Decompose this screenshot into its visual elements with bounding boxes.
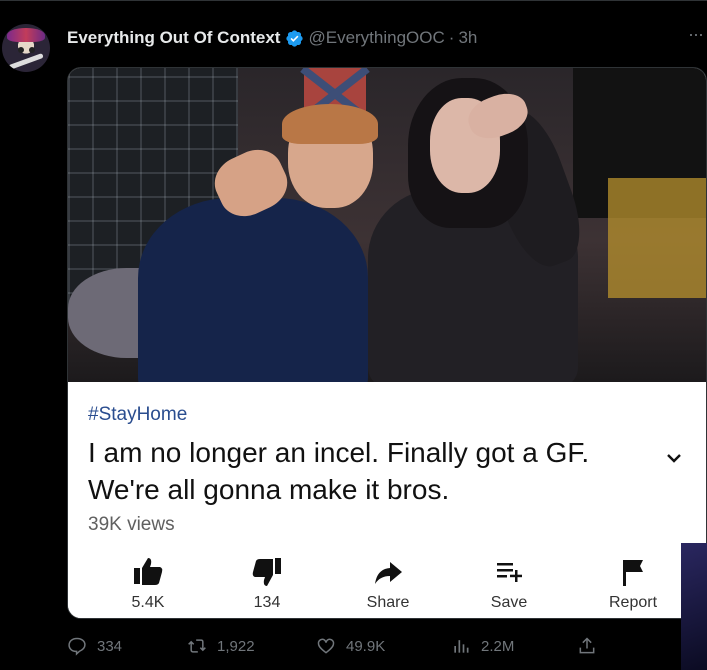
photo-person-left: [138, 198, 368, 382]
photo-hair-left: [282, 104, 378, 144]
avatar-hat: [7, 28, 45, 42]
author-handle[interactable]: @EverythingOOC: [308, 28, 444, 48]
chevron-down-icon: [667, 454, 681, 463]
side-panel-edge: [681, 543, 707, 670]
share-label: Share: [366, 594, 410, 611]
save-playlist-icon: [497, 563, 522, 582]
video-title-line: We're all gonna make it bros.: [88, 474, 450, 505]
reply-button[interactable]: 334: [67, 636, 122, 656]
retweet-count: 1,922: [217, 637, 255, 655]
retweet-button[interactable]: 1,922: [187, 636, 255, 656]
photo: [68, 68, 706, 382]
report-label: Report: [608, 594, 658, 611]
tweet-media-image[interactable]: #StayHome I am no longer an incel. Final…: [67, 67, 707, 619]
thumbs-up-icon: [134, 558, 163, 585]
flag-icon: [623, 560, 643, 586]
views-button[interactable]: 2.2M: [451, 636, 514, 656]
avatar-eye: [18, 47, 24, 53]
heart-icon: [317, 638, 335, 654]
like-count: 5.4K: [131, 594, 165, 611]
reply-icon: [68, 637, 86, 656]
retweet-icon: [188, 639, 206, 653]
divider: [0, 0, 707, 1]
timestamp[interactable]: 3h: [458, 28, 477, 48]
video-action-bar: 5.4K 134 Share Save Report: [68, 554, 706, 618]
view-count: 39K views: [88, 514, 175, 535]
views-count: 2.2M: [481, 637, 515, 655]
engagement-bar: 334 1,922 49.9K 2.2M: [67, 636, 627, 660]
video-title: I am no longer an incel. Finally got a G…: [88, 434, 648, 508]
like-button[interactable]: 49.9K: [316, 636, 385, 656]
more-options-icon[interactable]: ···: [688, 25, 707, 44]
reply-count: 334: [97, 637, 123, 655]
author-name[interactable]: Everything Out Of Context: [67, 28, 280, 48]
save-label: Save: [490, 594, 528, 611]
views-chart-icon: [454, 640, 469, 653]
dislike-count: 134: [253, 594, 281, 611]
like-action: 5.4K: [93, 554, 203, 612]
share-icon: [375, 562, 402, 584]
save-action: Save: [454, 554, 564, 612]
separator-dot: ·: [448, 28, 455, 47]
hashtag: #StayHome: [88, 404, 188, 425]
share-action: Share: [333, 554, 443, 612]
dislike-action: 134: [212, 554, 322, 612]
photo-banner-yellow: [608, 178, 706, 298]
upload-share-icon: [579, 637, 595, 654]
like-count-tweet: 49.9K: [346, 637, 386, 655]
thumbs-down-icon: [252, 558, 281, 586]
tweet[interactable]: Everything Out Of Context @EverythingOOC…: [0, 0, 707, 670]
video-title-line: I am no longer an incel. Finally got a G…: [88, 437, 590, 468]
verified-badge-icon: [286, 29, 304, 47]
avatar-eye: [29, 47, 35, 53]
share-tweet-button[interactable]: [577, 636, 607, 656]
report-action: Report: [578, 554, 688, 612]
avatar[interactable]: [2, 24, 50, 72]
video-info-card: #StayHome I am no longer an incel. Final…: [68, 382, 706, 618]
tweet-header: Everything Out Of Context @EverythingOOC…: [67, 27, 477, 49]
avatar-bone: [8, 52, 44, 71]
